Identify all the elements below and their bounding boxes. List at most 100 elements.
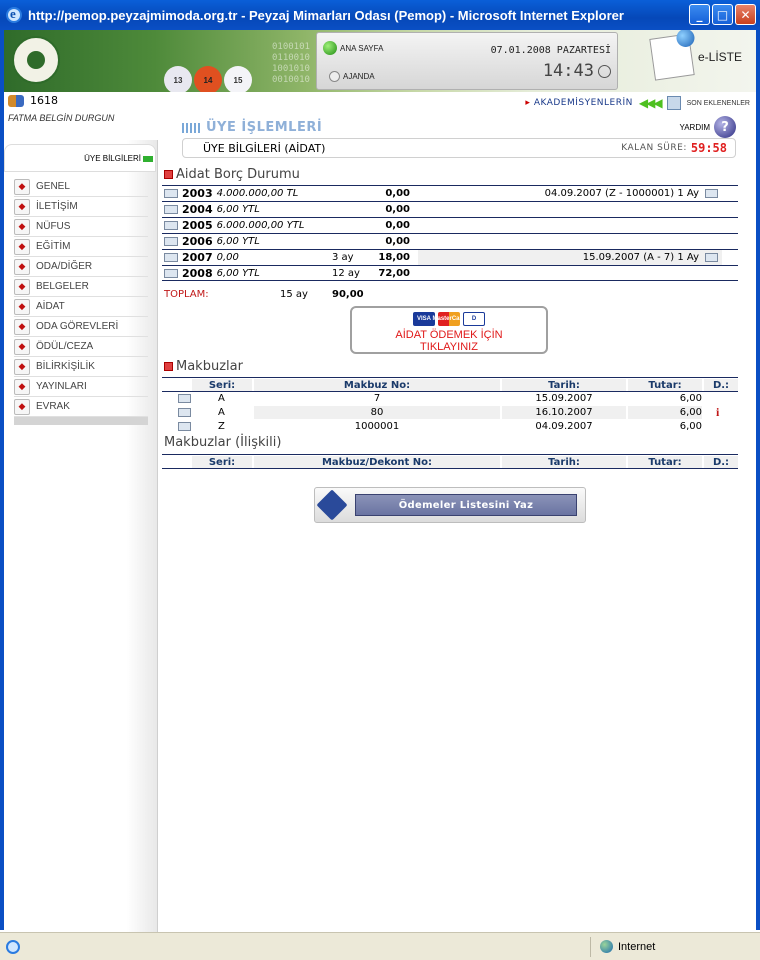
section-title: ÜYE İŞLEMLERİ <box>182 120 322 135</box>
agenda-link[interactable]: AJANDA <box>329 71 375 82</box>
sidebar-item-odul-ceza[interactable]: ◆ ÖDÜL/CEZA <box>14 337 148 357</box>
sidebar-item-aidat[interactable]: ◆ AİDAT <box>14 297 148 317</box>
section-marker-icon <box>164 170 173 179</box>
akademisyen-link[interactable]: AKADEMİSYENLERİN <box>525 98 633 108</box>
bullet-icon: ◆ <box>14 378 30 395</box>
bullet-icon: ◆ <box>14 218 30 235</box>
page-title-bar: ÜYE BİLGİLERİ (AİDAT) KALAN SÜRE: 59:58 <box>182 138 736 158</box>
bullet-icon: ◆ <box>14 358 30 375</box>
receipt-icon[interactable] <box>178 408 191 417</box>
debt-row: 2007 0,00 3 ay 18,00 15.09.2007 (A - 7) 1… <box>162 249 738 265</box>
print-icon <box>316 489 348 521</box>
menu-footer <box>14 417 148 425</box>
bullet-icon: ◆ <box>14 198 30 215</box>
sidebar-menu: ◆ GENEL ◆ İLETİŞİM ◆ NÜFUS ◆ EĞİTİM ◆ ODA/DİĞ… <box>14 177 148 425</box>
header-banner: 13 14 15 0100101 0110010 1001010 0010010… <box>4 30 756 92</box>
active-indicator <box>143 156 153 162</box>
debt-row: 2008 6,00 YTL 12 ay 72,00 <box>162 265 738 281</box>
related-receipts-section-title: Makbuzlar (İlişkili) <box>164 435 282 450</box>
sidebar: ÜYE BİLGİLERİ ◆ GENEL ◆ İLETİŞİM ◆ NÜFUS ◆ E… <box>4 140 158 932</box>
debt-table: 2003 4.000.000,00 TL 0,00 04.09.2007 (Z -… <box>162 185 738 281</box>
sidebar-item-genel[interactable]: ◆ GENEL <box>14 177 148 197</box>
users-icon <box>8 94 24 107</box>
info-icon[interactable]: i <box>716 405 719 420</box>
maximize-button[interactable]: □ <box>712 4 733 25</box>
chamber-logo[interactable] <box>12 36 60 84</box>
session-timer-label: KALAN SÜRE: <box>621 143 687 153</box>
clock-icon <box>598 64 611 78</box>
debt-row: 2006 6,00 YTL 0,00 <box>162 233 738 249</box>
debt-row: 2005 6.000.000,00 YTL 0,00 <box>162 217 738 233</box>
top-right-links: AKADEMİSYENLERİN ◀◀◀ SON EKLENENLER <box>525 96 750 110</box>
sidebar-item-bilirkisilik[interactable]: ◆ BİLİRKİŞİLİK <box>14 357 148 377</box>
minimize-button[interactable]: _ <box>689 4 710 25</box>
status-bar: Internet <box>0 932 760 960</box>
bullet-icon: ◆ <box>14 298 30 315</box>
decorative-balls: 13 14 15 <box>164 66 252 92</box>
home-link[interactable]: ANA SAYFA <box>323 41 383 55</box>
window-title: http://pemop.peyzajmimoda.org.tr - Peyza… <box>28 7 624 23</box>
e-liste-link[interactable]: e-LİSTE <box>649 33 742 81</box>
diners-icon: D <box>463 312 485 326</box>
green-arrows-icon: ◀◀◀ <box>638 96 663 110</box>
record-icon[interactable] <box>164 189 178 198</box>
current-date: 07.01.2008 PAZARTESİ <box>490 45 611 56</box>
page-icon <box>6 940 20 954</box>
sidebar-item-oda-diger[interactable]: ◆ ODA/DİĞER <box>14 257 148 277</box>
sidebar-item-egitim[interactable]: ◆ EĞİTİM <box>14 237 148 257</box>
debt-section-title: Aidat Borç Durumu <box>164 167 300 182</box>
clock-icon <box>329 71 340 82</box>
sidebar-item-oda-gorevleri[interactable]: ◆ ODA GÖREVLERİ <box>14 317 148 337</box>
record-icon[interactable] <box>164 268 178 278</box>
receipt-icon[interactable] <box>178 422 191 431</box>
debt-row: 2003 4.000.000,00 TL 0,00 04.09.2007 (Z -… <box>162 185 738 201</box>
debt-row: 2004 6,00 YTL 0,00 <box>162 201 738 217</box>
card-logos: VISA MasterCard D <box>413 312 485 326</box>
record-icon[interactable] <box>164 221 178 230</box>
table-header: Seri: Makbuz No: Tarih: Tutar: D.: <box>162 377 738 392</box>
bullet-icon: ◆ <box>14 258 30 275</box>
bullet-icon: ◆ <box>14 338 30 355</box>
record-icon[interactable] <box>164 237 178 246</box>
current-time: 14:43 <box>543 61 611 81</box>
bullet-icon: ◆ <box>14 178 30 195</box>
sidebar-item-yayinlari[interactable]: ◆ YAYINLARI <box>14 377 148 397</box>
debt-total: TOPLAM: 15 ay 90,00 <box>164 289 364 300</box>
sidebar-item-iletisim[interactable]: ◆ İLETİŞİM <box>14 197 148 217</box>
bullet-icon: ◆ <box>14 278 30 295</box>
mastercard-icon: MasterCard <box>433 312 466 326</box>
table-row: A 80 16.10.2007 6,00 i <box>162 405 738 420</box>
close-button[interactable]: ✕ <box>735 4 756 25</box>
receipt-icon[interactable] <box>178 394 191 403</box>
print-payments-button[interactable]: Ödemeler Listesini Yaz <box>314 487 586 523</box>
title-bar: http://pemop.peyzajmimoda.org.tr - Peyza… <box>0 0 760 30</box>
bullet-icon: ◆ <box>14 318 30 335</box>
member-number: 1618 <box>30 94 58 107</box>
record-icon[interactable] <box>164 205 178 214</box>
help-icon: ? <box>714 116 736 138</box>
user-info: 1618 FATMA BELGİN DURGUN <box>8 94 114 123</box>
power-icon <box>323 41 337 55</box>
nav-panel: ANA SAYFA AJANDA 07.01.2008 PAZARTESİ 14… <box>316 32 618 90</box>
record-icon[interactable] <box>164 253 178 262</box>
sidebar-item-evrak[interactable]: ◆ EVRAK <box>14 397 148 417</box>
binary-decoration: 0100101 0110010 1001010 0010010 <box>272 42 310 85</box>
news-icon <box>666 96 681 110</box>
help-link[interactable]: YARDIM ? <box>679 116 736 138</box>
table-row: Z 1000001 04.09.2007 6,00 <box>162 420 738 434</box>
sidebar-item-nufus[interactable]: ◆ NÜFUS <box>14 217 148 237</box>
receipt-icon[interactable] <box>705 189 718 198</box>
receipt-icon[interactable] <box>705 253 718 262</box>
security-zone: Internet <box>600 940 655 953</box>
son-eklenenler-link[interactable]: SON EKLENENLER <box>687 100 750 107</box>
bullet-icon: ◆ <box>14 238 30 255</box>
dots-icon <box>182 122 200 133</box>
sidebar-item-belgeler[interactable]: ◆ BELGELER <box>14 277 148 297</box>
related-receipts-table: Seri: Makbuz/Dekont No: Tarih: Tutar: D.… <box>162 454 738 469</box>
member-name: FATMA BELGİN DURGUN <box>8 113 115 123</box>
receipts-table: Seri: Makbuz No: Tarih: Tutar: D.: A 7 1… <box>162 377 738 434</box>
bullet-icon: ◆ <box>14 398 30 415</box>
pay-dues-button[interactable]: VISA MasterCard D AİDAT ÖDEMEK İÇİN TIKLA… <box>350 306 548 354</box>
document-globe-icon <box>649 33 695 81</box>
receipts-section-title: Makbuzlar <box>164 359 243 374</box>
